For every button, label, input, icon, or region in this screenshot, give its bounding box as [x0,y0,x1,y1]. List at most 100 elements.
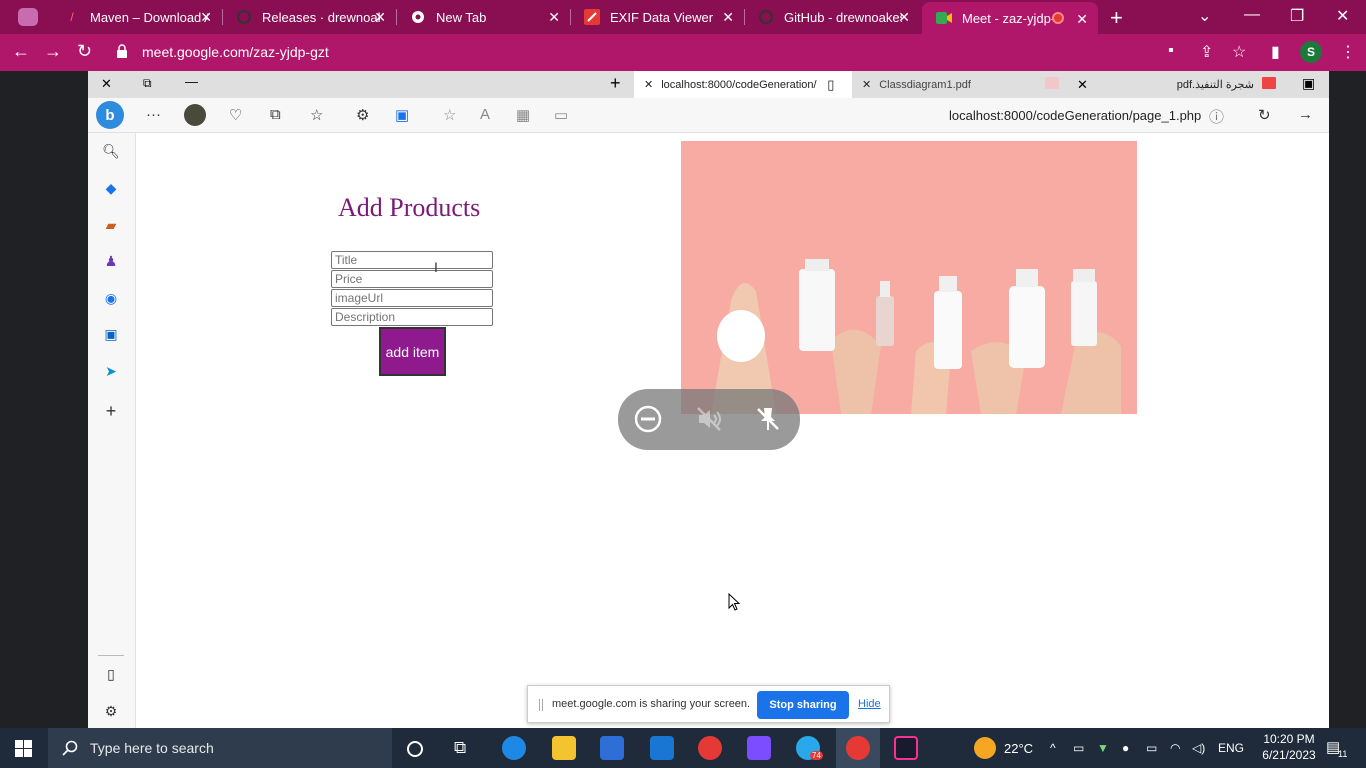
outlook-icon[interactable]: ▣ [103,326,119,342]
shopping-icon[interactable]: ◆ [103,180,119,196]
intellij-app-icon[interactable] [894,736,918,760]
close-icon[interactable]: ✕ [644,78,653,91]
reader-icon[interactable]: ▭ [554,106,568,124]
close-icon[interactable]: ✕ [862,78,871,91]
health-icon[interactable]: ♡ [229,106,242,124]
new-tab-button[interactable]: + [1110,5,1123,31]
image-url-input[interactable] [331,289,493,307]
settings-gear-icon[interactable]: ⚙ [103,703,119,719]
address-bar[interactable]: meet.google.com/zaz-yjdp-gzt [142,44,329,60]
tab-exif[interactable]: EXIF Data Viewer ✕ [570,0,744,34]
restore-button[interactable]: ❐ [1290,6,1304,26]
microphone-icon[interactable]: ● [1122,728,1129,768]
extensions-icon[interactable]: ⚙ [356,106,369,124]
edge-restore-icon[interactable]: ⧉ [143,76,152,91]
store-icon[interactable] [600,736,624,760]
drag-handle-icon[interactable] [539,699,543,711]
tray-display-icon[interactable]: ▭ [1073,728,1084,768]
edge-minimize-icon[interactable]: — [185,74,198,89]
minimize-button[interactable]: — [1244,6,1260,24]
side-panel-icon[interactable]: ▮ [1271,42,1280,62]
add-icon[interactable]: + [103,401,119,421]
collections-icon[interactable]: ⧉ [270,106,281,123]
edge-address-bar[interactable]: localhost:8000/codeGeneration/page_1.php [949,108,1201,123]
close-icon[interactable]: ✕ [1077,77,1088,93]
star-icon[interactable]: ☆ [443,106,456,124]
edge-app-icon[interactable] [502,736,526,760]
close-icon[interactable]: ✕ [548,9,560,26]
language-indicator[interactable]: ENG [1218,728,1244,768]
forward-icon[interactable]: → [1298,106,1313,123]
games-icon[interactable]: ♟ [103,253,119,269]
forward-button[interactable]: → [44,41,62,62]
windows-start-icon[interactable] [15,740,32,757]
close-icon[interactable]: ✕ [898,9,910,26]
mute-speaker-icon[interactable] [695,405,723,433]
camera-icon[interactable]: ▪ [1168,42,1174,60]
title-input[interactable] [331,251,493,269]
chrome-active-app-icon[interactable] [846,736,870,760]
profile-picture[interactable] [184,104,206,126]
chrome-app-icon[interactable] [698,736,722,760]
back-button[interactable]: ← [12,41,30,62]
description-input[interactable] [331,308,493,326]
cortana-icon[interactable] [406,740,424,758]
tray-overflow-icon[interactable]: ^ [1050,728,1056,768]
reload-button[interactable]: ↻ [77,41,92,62]
tab-search-dropdown-icon[interactable]: ⌄ [1198,6,1211,26]
screenshot-icon[interactable]: ▣ [395,106,409,124]
mail-icon[interactable] [650,736,674,760]
tab-new-tab[interactable]: New Tab ✕ [396,0,570,34]
drop-icon[interactable]: ➤ [103,363,119,379]
edge-tab-pdf-arabic[interactable]: pdf.شجرة التنفيذ [1098,71,1288,98]
vpn-app-icon[interactable] [747,736,771,760]
file-explorer-icon[interactable] [552,736,576,760]
edge-new-tab-button[interactable]: + [610,73,621,94]
bookmark-star-icon[interactable]: ☆ [1232,42,1246,62]
edge-tab-localhost[interactable]: ✕ localhost:8000/codeGeneration/ ▯ [634,71,852,98]
tab-maven[interactable]: / Maven – Download A ✕ [50,0,222,34]
edge-tab-classdiagram[interactable]: ✕ Classdiagram1.pdf [856,71,1096,98]
search-icon[interactable]: 🔍︎ [102,143,120,159]
edge-close-icon[interactable]: ✕ [101,76,112,92]
tab-github[interactable]: GitHub - drewnoakes ✕ [744,0,920,34]
sidebar-toggle-icon[interactable]: ▯ [103,666,119,682]
battery-icon[interactable]: ▭ [1146,728,1157,768]
refresh-icon[interactable]: ↻ [1258,106,1271,124]
stop-sharing-button[interactable]: Stop sharing [757,691,849,719]
info-icon[interactable]: ⓘ [1209,106,1224,127]
price-input[interactable] [331,270,493,288]
favorites-icon[interactable]: ☆ [310,106,323,124]
share-icon[interactable]: ⇪ [1200,42,1213,62]
tab-search-icon[interactable] [18,8,38,26]
office-icon[interactable]: ◉ [103,290,119,306]
window-close-button[interactable]: ✕ [1336,6,1349,26]
profile-avatar[interactable]: S [1300,41,1322,63]
taskbar-search-box[interactable]: Type here to search [48,728,392,768]
close-icon[interactable]: ✕ [1076,11,1088,28]
bing-icon[interactable]: b [96,101,124,129]
unpin-icon[interactable] [754,405,782,433]
close-icon[interactable]: ✕ [722,9,734,26]
volume-icon[interactable]: ◁) [1192,728,1205,768]
menu-icon[interactable]: ⋮ [1340,42,1356,62]
close-icon[interactable]: ✕ [200,9,212,26]
minimize-circle-icon[interactable] [634,405,662,433]
edge-window-icon[interactable]: ▣ [1302,75,1315,92]
tab-releases[interactable]: Releases · drewnoake ✕ [222,0,396,34]
wifi-icon[interactable]: ◠ [1170,728,1180,768]
read-aloud-icon[interactable]: A [480,106,490,123]
add-item-button[interactable]: add item [379,327,446,376]
chrome-toolbar: ← → ↻ meet.google.com/zaz-yjdp-gzt ▪ ⇪ ☆… [0,34,1366,71]
more-icon[interactable]: ··· [146,106,161,123]
weather-widget[interactable]: 22°C [974,728,1033,768]
task-view-icon[interactable]: ⧉ [454,738,466,758]
tab-meet[interactable]: Meet - zaz-yjdp- ✕ [922,2,1098,34]
tools-icon[interactable]: ▰ [103,217,119,233]
apps-icon[interactable]: ▦ [516,106,530,124]
tray-vpn-icon[interactable]: ▼ [1097,728,1109,768]
hide-link[interactable]: Hide [858,698,881,710]
pdf-icon [1045,77,1060,92]
clock[interactable]: 10:20 PM 6/21/2023 [1256,731,1322,763]
close-icon[interactable]: ✕ [374,9,386,26]
